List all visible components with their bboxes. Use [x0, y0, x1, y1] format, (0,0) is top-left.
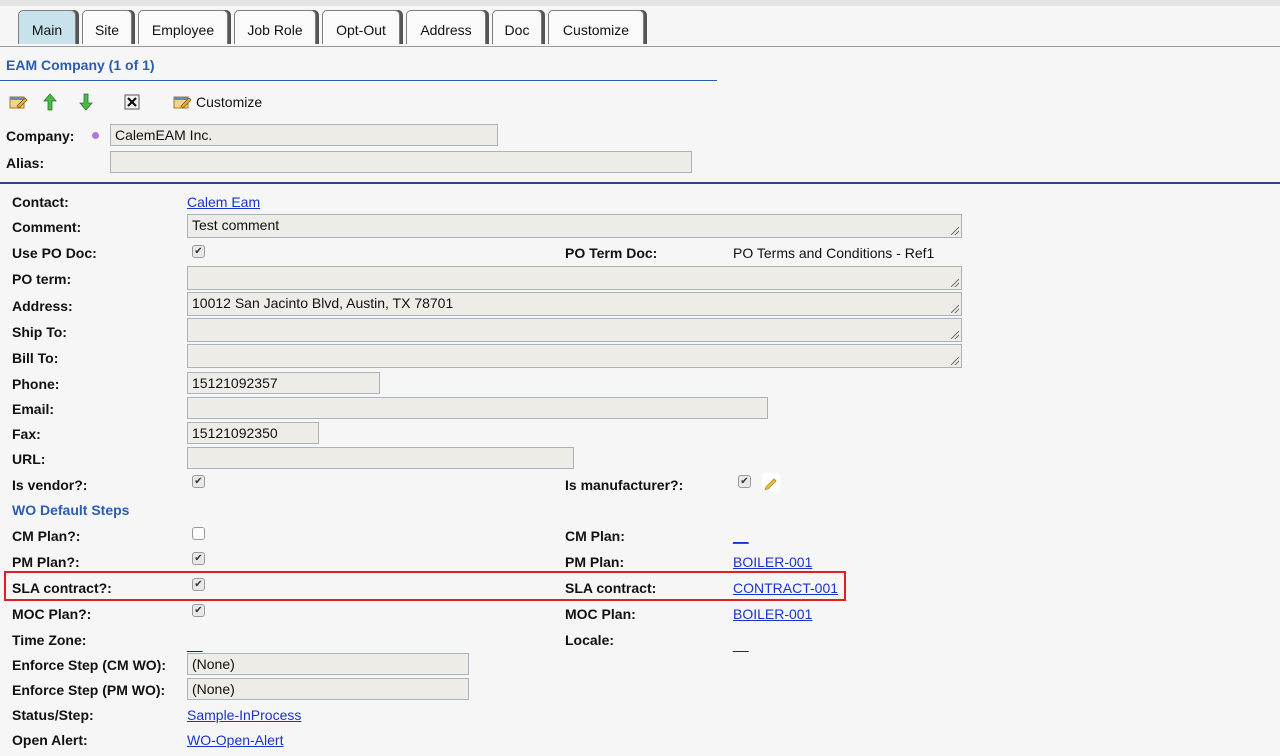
time-zone-label: Time Zone:: [12, 632, 87, 648]
tab-main[interactable]: Main: [18, 10, 76, 44]
url-field[interactable]: [187, 447, 574, 469]
locale-value[interactable]: __: [733, 636, 749, 652]
wo-default-steps-heading: WO Default Steps: [12, 502, 130, 518]
locale-label: Locale:: [565, 632, 615, 648]
move-up-icon[interactable]: [40, 92, 60, 112]
is-manufacturer-checkbox[interactable]: ✔: [738, 475, 751, 488]
po-term-field[interactable]: [187, 266, 962, 290]
tab-opt-out[interactable]: Opt-Out: [322, 10, 400, 44]
delete-icon[interactable]: [122, 92, 142, 112]
tab-doc[interactable]: Doc: [492, 10, 542, 44]
bill-to-field[interactable]: [187, 344, 962, 368]
tab-job-role[interactable]: Job Role: [234, 10, 316, 44]
enforce-step-cm-field[interactable]: (None): [187, 653, 469, 675]
email-label: Email:: [12, 401, 55, 417]
is-manufacturer-label: Is manufacturer?:: [565, 477, 684, 493]
tab-address[interactable]: Address: [406, 10, 486, 44]
tab-site[interactable]: Site: [82, 10, 132, 44]
use-po-doc-label: Use PO Doc:: [12, 245, 97, 261]
sla-contract-checkbox[interactable]: ✔: [192, 578, 205, 591]
alias-label: Alias:: [6, 155, 45, 171]
form-divider: [0, 182, 1280, 184]
pm-plan-label: PM Plan:: [565, 554, 625, 570]
pencil-icon[interactable]: [762, 473, 780, 491]
pm-plan-link[interactable]: BOILER-001: [733, 554, 812, 570]
pm-plan-q-label: PM Plan?:: [12, 554, 80, 570]
moc-plan-label: MOC Plan:: [565, 606, 636, 622]
po-term-doc-value: PO Terms and Conditions - Ref1: [733, 245, 935, 261]
contact-label: Contact:: [12, 194, 69, 210]
move-down-icon[interactable]: [76, 92, 96, 112]
enforce-step-cm-label: Enforce Step (CM WO):: [12, 657, 166, 673]
company-field[interactable]: CalemEAM Inc.: [110, 124, 498, 146]
tab-employee[interactable]: Employee: [138, 10, 228, 44]
required-dot-icon: [92, 132, 99, 139]
open-alert-link[interactable]: WO-Open-Alert: [187, 732, 283, 748]
ship-to-field[interactable]: [187, 318, 962, 342]
is-vendor-checkbox[interactable]: ✔: [192, 475, 205, 488]
po-term-doc-label: PO Term Doc:: [565, 245, 658, 261]
pm-plan-checkbox[interactable]: ✔: [192, 552, 205, 565]
contact-link[interactable]: Calem Eam: [187, 194, 260, 210]
bill-to-label: Bill To:: [12, 350, 59, 366]
fax-label: Fax:: [12, 426, 41, 442]
customize-button-label[interactable]: Customize: [196, 94, 262, 110]
comment-label: Comment:: [12, 219, 82, 235]
fax-field[interactable]: 15121092350: [187, 422, 319, 444]
ship-to-label: Ship To:: [12, 324, 67, 340]
is-vendor-label: Is vendor?:: [12, 477, 88, 493]
status-step-link[interactable]: Sample-InProcess: [187, 707, 301, 723]
cm-plan-q-label: CM Plan?:: [12, 528, 81, 544]
cm-plan-checkbox[interactable]: [192, 527, 205, 540]
address-label: Address:: [12, 298, 73, 314]
company-label: Company:: [6, 128, 75, 144]
status-step-label: Status/Step:: [12, 707, 94, 723]
po-term-label: PO term:: [12, 271, 72, 287]
use-po-doc-checkbox[interactable]: ✔: [192, 245, 205, 258]
alias-field[interactable]: [110, 151, 692, 173]
address-field[interactable]: 10012 San Jacinto Blvd, Austin, TX 78701: [187, 292, 962, 316]
open-alert-label: Open Alert:: [12, 732, 88, 748]
section-underline: [0, 80, 717, 81]
time-zone-value[interactable]: __: [187, 636, 203, 652]
tab-customize[interactable]: Customize: [548, 10, 644, 44]
url-label: URL:: [12, 451, 46, 467]
enforce-step-pm-label: Enforce Step (PM WO):: [12, 682, 166, 698]
edit-icon[interactable]: [8, 92, 28, 112]
tab-bar: Main Site Employee Job Role Opt-Out Addr…: [0, 6, 1280, 47]
moc-plan-link[interactable]: BOILER-001: [733, 606, 812, 622]
cm-plan-link[interactable]: __: [733, 528, 749, 544]
customize-icon[interactable]: [172, 92, 192, 112]
sla-contract-q-label: SLA contract?:: [12, 580, 112, 596]
enforce-step-pm-field[interactable]: (None): [187, 678, 469, 700]
sla-contract-link[interactable]: CONTRACT-001: [733, 580, 838, 596]
sla-contract-label: SLA contract:: [565, 580, 657, 596]
comment-field[interactable]: Test comment: [187, 214, 962, 238]
cm-plan-label: CM Plan:: [565, 528, 625, 544]
phone-label: Phone:: [12, 376, 60, 392]
section-title: EAM Company (1 of 1): [6, 57, 155, 73]
moc-plan-checkbox[interactable]: ✔: [192, 604, 205, 617]
sla-highlight-box: [4, 571, 846, 601]
email-field[interactable]: [187, 397, 768, 419]
moc-plan-q-label: MOC Plan?:: [12, 606, 92, 622]
phone-field[interactable]: 15121092357: [187, 372, 380, 394]
